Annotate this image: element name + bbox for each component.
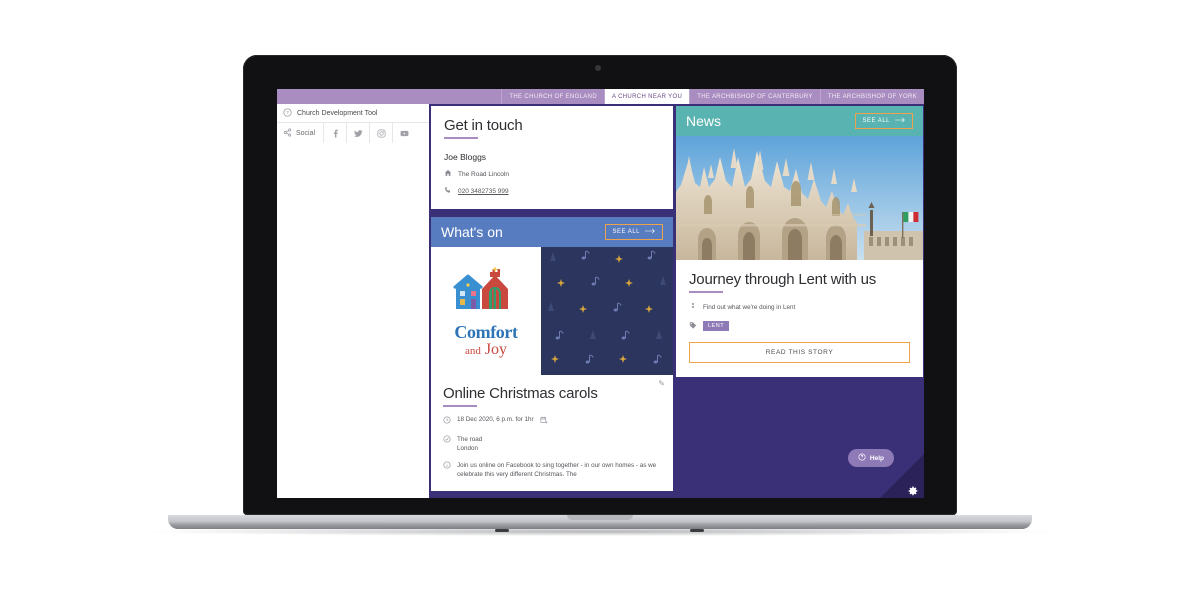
artwork-word-and-joy: and Joy bbox=[464, 340, 508, 358]
right-column: News SEE ALL Journey through Lent with u… bbox=[676, 106, 923, 377]
topnav-item-church-of-england[interactable]: THE CHURCH OF ENGLAND bbox=[501, 89, 604, 104]
pin-icon bbox=[443, 435, 451, 453]
event-image: Comfort and Joy bbox=[431, 247, 673, 375]
event-location-line2: London bbox=[457, 444, 479, 452]
contact-phone-row[interactable]: 020 3482735 999 bbox=[444, 186, 660, 196]
pencil-icon[interactable]: ✎ bbox=[658, 379, 665, 388]
social-bar: Social bbox=[277, 122, 429, 143]
festive-pattern bbox=[541, 247, 673, 375]
news-title: News bbox=[686, 113, 722, 129]
contact-phone[interactable]: 020 3482735 999 bbox=[458, 188, 509, 195]
calendar-add-icon[interactable] bbox=[540, 415, 548, 427]
event-datetime: 18 Dec 2020, 6 p.m. for 1hr bbox=[457, 416, 534, 423]
megaphone-icon bbox=[689, 302, 697, 312]
clock-icon bbox=[443, 415, 451, 427]
instagram-icon[interactable] bbox=[369, 123, 392, 143]
church-development-tool-link[interactable]: ? Church Development Tool bbox=[277, 104, 435, 122]
laptop-foot-left bbox=[495, 529, 509, 532]
news-header: News SEE ALL bbox=[676, 106, 923, 136]
see-all-label: SEE ALL bbox=[862, 118, 890, 124]
read-this-story-button[interactable]: READ THIS STORY bbox=[689, 342, 910, 363]
global-top-nav: THE CHURCH OF ENGLAND A CHURCH NEAR YOU … bbox=[277, 89, 924, 104]
question-circle-icon bbox=[858, 453, 866, 463]
contact-address: The Road Lincoln bbox=[458, 170, 509, 178]
event-description-row: Join us online on Facebook to sing toget… bbox=[443, 461, 661, 479]
news-see-all-button[interactable]: SEE ALL bbox=[855, 113, 913, 129]
get-in-touch-card: Get in touch Joe Bloggs The Road Lincoln bbox=[431, 106, 673, 209]
whats-on-title: What's on bbox=[441, 224, 503, 240]
social-label: Social bbox=[296, 129, 316, 137]
laptop-foot-right bbox=[690, 529, 704, 532]
facebook-icon[interactable] bbox=[323, 123, 346, 143]
artwork-word-comfort: Comfort bbox=[454, 321, 518, 342]
question-circle-icon: ? bbox=[283, 107, 292, 119]
news-panel: News SEE ALL Journey through Lent with u… bbox=[676, 106, 923, 377]
artwork-word-and: and bbox=[464, 344, 481, 357]
event-location: The road London bbox=[457, 435, 482, 453]
screenshot-stage: THE CHURCH OF ENGLAND A CHURCH NEAR YOU … bbox=[0, 0, 1200, 600]
contact-address-row: The Road Lincoln bbox=[444, 169, 660, 179]
page-body: ? Church Development Tool Social Get in … bbox=[277, 104, 924, 498]
news-story: Journey through Lent with us Find out wh… bbox=[676, 260, 923, 377]
whats-on-panel: What's on SEE ALL Comfort and Joy ✎ Onli… bbox=[431, 217, 673, 492]
laptop-shadow bbox=[150, 527, 1050, 536]
event-details: ✎ Online Christmas carols 18 Dec 2020, 6… bbox=[431, 375, 673, 491]
title-underline bbox=[689, 291, 723, 293]
twitter-icon[interactable] bbox=[346, 123, 369, 143]
svg-text:?: ? bbox=[286, 110, 289, 115]
arrow-right-icon bbox=[645, 228, 656, 236]
news-story-title: Journey through Lent with us bbox=[689, 271, 877, 288]
milan-cathedral-photo bbox=[676, 136, 923, 260]
left-column: Get in touch Joe Bloggs The Road Lincoln bbox=[431, 106, 673, 492]
whats-on-header: What's on SEE ALL bbox=[431, 217, 673, 247]
youtube-icon[interactable] bbox=[392, 123, 415, 143]
house-church-artwork bbox=[448, 265, 524, 321]
church-development-tool-label: Church Development Tool bbox=[297, 109, 378, 117]
share-icon bbox=[283, 128, 292, 139]
phone-icon bbox=[444, 186, 452, 196]
see-all-label: SEE ALL bbox=[612, 229, 640, 235]
contact-name: Joe Bloggs bbox=[444, 152, 487, 162]
home-icon bbox=[444, 169, 452, 179]
get-in-touch-title: Get in touch bbox=[444, 117, 523, 134]
title-underline bbox=[444, 137, 478, 139]
topnav-item-a-church-near-you[interactable]: A CHURCH NEAR YOU bbox=[604, 89, 690, 104]
news-summary-row: Find out what we're doing in Lent bbox=[689, 302, 910, 312]
gear-icon[interactable] bbox=[908, 483, 918, 496]
event-location-row: The road London bbox=[443, 435, 661, 453]
event-title: Online Christmas carols bbox=[443, 385, 598, 402]
tag-icon bbox=[689, 321, 697, 331]
dashboard-content: Get in touch Joe Bloggs The Road Lincoln bbox=[429, 104, 924, 498]
info-icon bbox=[443, 461, 451, 479]
laptop-screen: THE CHURCH OF ENGLAND A CHURCH NEAR YOU … bbox=[277, 89, 924, 498]
laptop-base-notch bbox=[567, 515, 633, 520]
arrow-right-icon bbox=[895, 117, 906, 125]
news-summary: Find out what we're doing in Lent bbox=[703, 303, 796, 311]
event-location-line1: The road bbox=[457, 435, 483, 443]
title-underline bbox=[443, 405, 477, 407]
comfort-and-joy-illustration: Comfort and Joy bbox=[431, 247, 541, 375]
social-share-group[interactable]: Social bbox=[277, 128, 323, 139]
topnav-item-archbishop-of-canterbury[interactable]: THE ARCHBISHOP OF CANTERBURY bbox=[689, 89, 820, 104]
event-datetime-row: 18 Dec 2020, 6 p.m. for 1hr bbox=[443, 415, 661, 427]
news-tag-row: LENT bbox=[689, 321, 910, 331]
artwork-word-joy: Joy bbox=[484, 340, 508, 358]
topnav-item-archbishop-of-york[interactable]: THE ARCHBISHOP OF YORK bbox=[819, 89, 924, 104]
news-tag[interactable]: LENT bbox=[703, 321, 730, 331]
event-description: Join us online on Facebook to sing toget… bbox=[457, 461, 657, 478]
webcam-dot bbox=[595, 65, 601, 71]
whats-on-see-all-button[interactable]: SEE ALL bbox=[605, 224, 663, 240]
